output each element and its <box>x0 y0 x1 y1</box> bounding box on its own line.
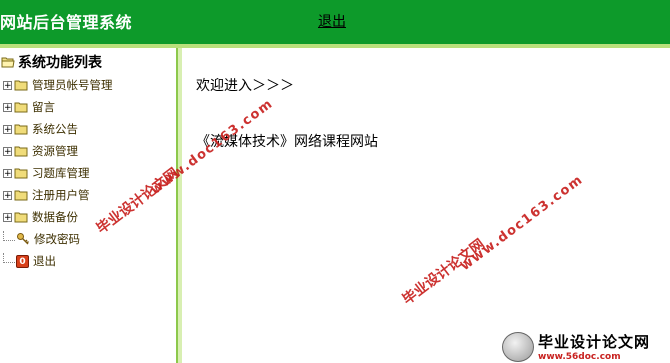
menu-item-messages[interactable]: + 留言 <box>3 96 113 118</box>
watermark-banner: 毕业设计论文网 www.56doc.com <box>502 331 650 362</box>
expand-icon[interactable]: + <box>3 168 12 178</box>
folder-icon <box>14 102 28 113</box>
header-bar: 网站后台管理系统 退出 <box>0 0 670 44</box>
menu-item-label: 退出 <box>33 254 56 268</box>
sidebar-title[interactable]: 系统功能列表 <box>1 52 102 72</box>
folder-icon <box>14 146 28 157</box>
folder-icon <box>14 80 28 91</box>
banner-text: 毕业设计论文网 www.56doc.com <box>538 331 650 362</box>
function-menu: + 管理员帐号管理 + 留言 + 系统公告 + 资源管理 + 习题库管理 + 注… <box>3 74 113 272</box>
menu-item-logout[interactable]: 0 退出 <box>3 250 113 272</box>
expand-icon[interactable]: + <box>3 102 12 112</box>
menu-item-resources[interactable]: + 资源管理 <box>3 140 113 162</box>
key-icon <box>17 233 29 245</box>
folder-icon <box>14 212 28 223</box>
tree-connector <box>3 231 15 241</box>
banner-url: www.56doc.com <box>538 352 621 362</box>
menu-item-label: 数据备份 <box>32 210 78 224</box>
menu-item-label: 习题库管理 <box>32 166 90 180</box>
banner-logo-icon <box>502 331 534 362</box>
folder-icon <box>14 168 28 179</box>
sidebar-title-label: 系统功能列表 <box>18 55 102 71</box>
menu-item-label: 资源管理 <box>32 144 78 158</box>
watermark-text: 毕业设计论文网 <box>399 236 488 309</box>
menu-item-announcements[interactable]: + 系统公告 <box>3 118 113 140</box>
banner-title: 毕业设计论文网 <box>538 333 651 351</box>
expand-icon[interactable]: + <box>3 146 12 156</box>
menu-item-change-password[interactable]: 修改密码 <box>3 228 113 250</box>
menu-item-label: 管理员帐号管理 <box>32 78 113 92</box>
logout-link[interactable]: 退出 <box>318 11 346 31</box>
menu-item-label: 修改密码 <box>34 232 80 246</box>
folder-icon <box>14 124 28 135</box>
expand-icon[interactable]: + <box>3 190 12 200</box>
expand-icon[interactable]: + <box>3 124 12 134</box>
menu-item-exercise-bank[interactable]: + 习题库管理 <box>3 162 113 184</box>
folder-open-icon <box>1 57 15 68</box>
welcome-text: 欢迎进入＞＞＞ <box>196 78 294 94</box>
page-title: 网站后台管理系统 <box>0 13 133 32</box>
exit-icon: 0 <box>16 254 29 268</box>
watermark-url: www.doc163.com <box>458 172 587 274</box>
menu-item-admin-accounts[interactable]: + 管理员帐号管理 <box>3 74 113 96</box>
menu-item-label: 系统公告 <box>32 122 78 136</box>
folder-icon <box>14 190 28 201</box>
expand-icon[interactable]: + <box>3 80 12 90</box>
menu-item-registered-users[interactable]: + 注册用户管 <box>3 184 113 206</box>
expand-icon[interactable]: + <box>3 212 12 222</box>
content-divider <box>178 48 182 363</box>
sidebar: 系统功能列表 + 管理员帐号管理 + 留言 + 系统公告 + 资源管理 + 习题… <box>0 48 178 363</box>
tree-connector <box>3 253 15 263</box>
menu-item-label: 注册用户管 <box>32 188 90 202</box>
menu-item-label: 留言 <box>32 100 55 114</box>
